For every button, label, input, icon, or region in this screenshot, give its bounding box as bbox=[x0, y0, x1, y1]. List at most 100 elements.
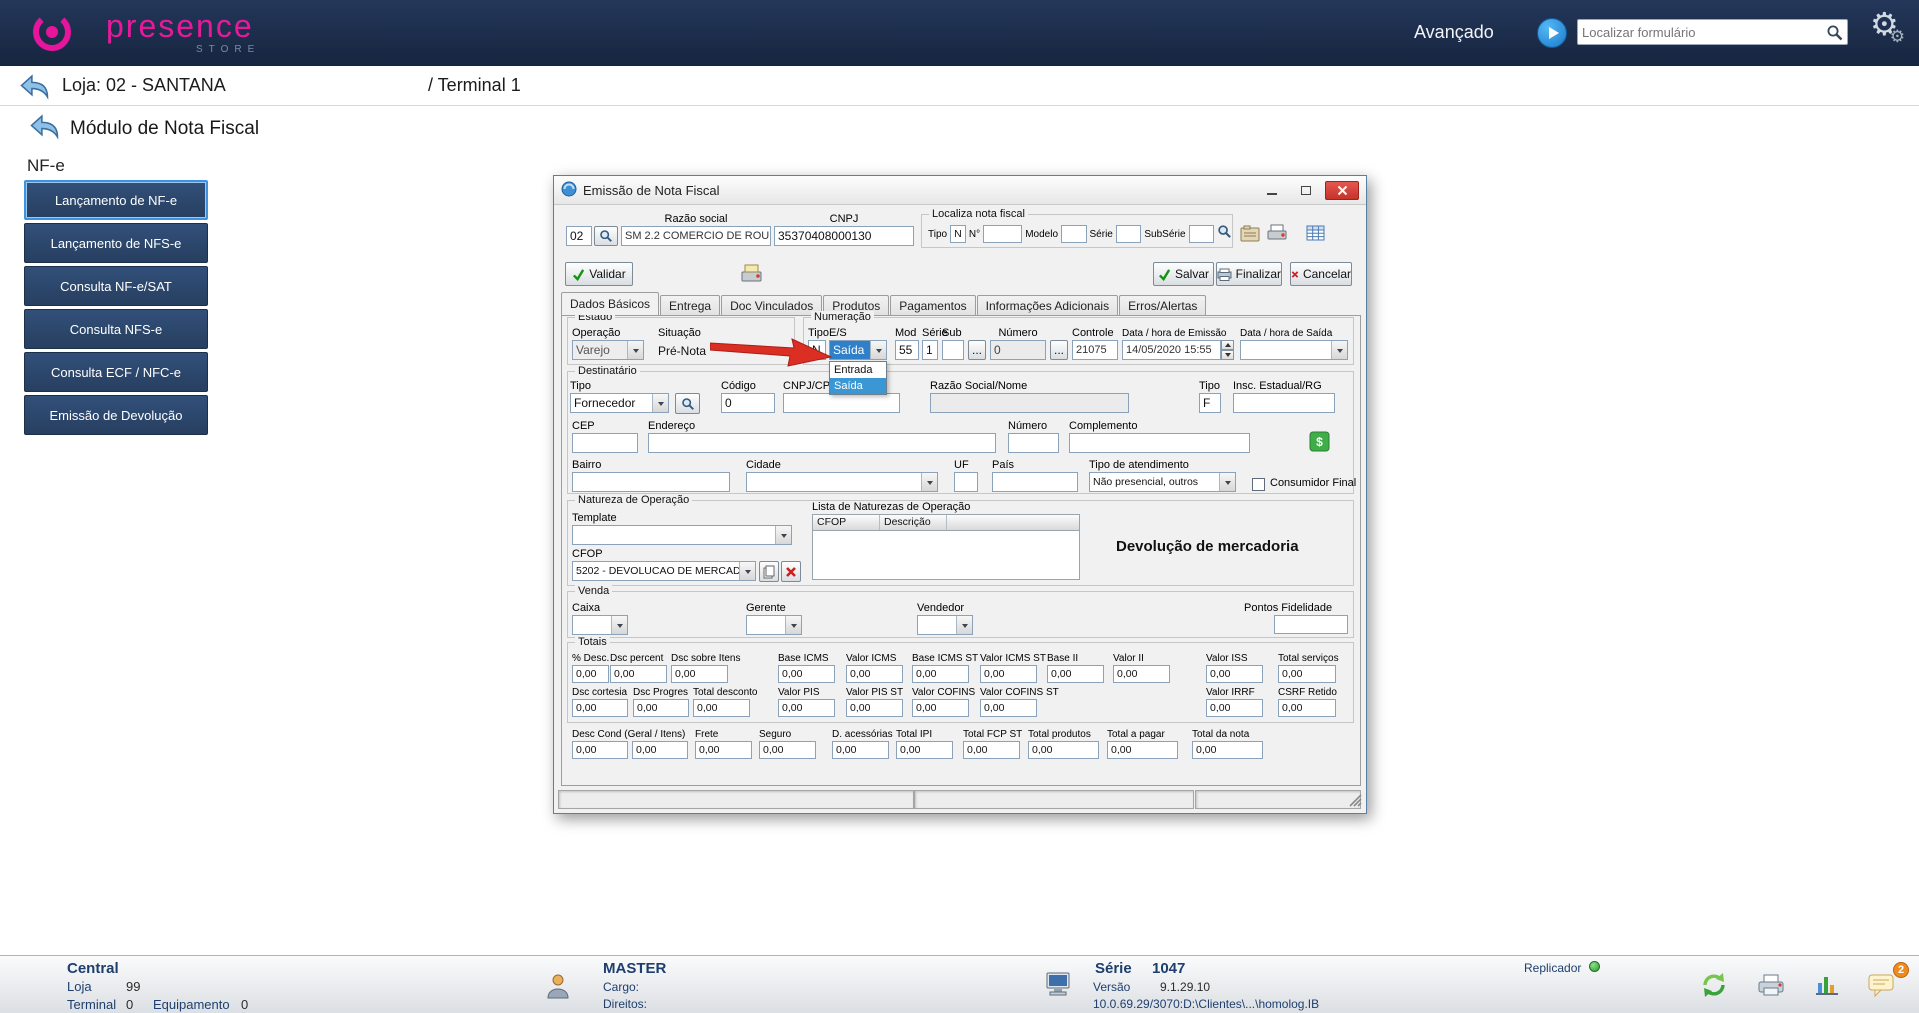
field-input[interactable]: 0,00 bbox=[572, 665, 609, 683]
tab-pagamentos[interactable]: Pagamentos bbox=[890, 295, 976, 315]
cfop-copy-button[interactable] bbox=[759, 561, 779, 582]
numero-browse-button[interactable]: ... bbox=[1050, 340, 1068, 360]
cardfile-icon[interactable] bbox=[1240, 225, 1260, 247]
minimize-button[interactable] bbox=[1257, 181, 1287, 200]
field-input[interactable]: 0,00 bbox=[1107, 741, 1178, 759]
es-select[interactable]: Saída bbox=[829, 340, 887, 360]
sidebar-item-consulta-nfse[interactable]: Consulta NFS-e bbox=[24, 309, 208, 349]
field-input[interactable]: 0,00 bbox=[963, 741, 1020, 759]
field-input[interactable]: 0,00 bbox=[1206, 699, 1263, 717]
cep-lookup-icon[interactable]: $ bbox=[1309, 431, 1330, 457]
gerente-select[interactable] bbox=[746, 615, 802, 635]
field-input[interactable]: 0,00 bbox=[1278, 699, 1336, 717]
localiza-search-icon[interactable] bbox=[1217, 224, 1232, 244]
maximize-button[interactable] bbox=[1291, 181, 1321, 200]
desc-cond-geral-input[interactable]: 0,00 bbox=[572, 741, 628, 759]
company-search-button[interactable] bbox=[594, 226, 618, 246]
field-input[interactable]: 0,00 bbox=[1278, 665, 1336, 683]
tab-doc-vinculados[interactable]: Doc Vinculados bbox=[721, 295, 823, 315]
salvar-button[interactable]: Salvar bbox=[1153, 262, 1214, 286]
bar-chart-icon[interactable] bbox=[1813, 971, 1840, 1002]
cidade-select[interactable] bbox=[746, 472, 938, 492]
localiza-serie-input[interactable] bbox=[1115, 225, 1142, 243]
tab-entrega[interactable]: Entrega bbox=[660, 295, 721, 315]
field-input[interactable]: 0,00 bbox=[572, 699, 628, 717]
printer-icon[interactable] bbox=[1266, 223, 1288, 248]
col-descricao[interactable]: Descrição bbox=[880, 515, 947, 530]
play-button[interactable] bbox=[1537, 18, 1567, 48]
sub-browse-button[interactable]: ... bbox=[968, 340, 986, 360]
consumidor-final-checkbox[interactable] bbox=[1252, 476, 1265, 494]
field-input[interactable]: 0,00 bbox=[610, 665, 667, 683]
field-input[interactable]: 0,00 bbox=[671, 665, 728, 683]
localiza-subserie-input[interactable] bbox=[1188, 225, 1215, 243]
finalizar-button[interactable]: Finalizar bbox=[1216, 262, 1282, 286]
field-input[interactable]: 0,00 bbox=[1192, 741, 1263, 759]
localiza-modelo-input[interactable] bbox=[1061, 225, 1087, 243]
module-back-arrow-icon[interactable] bbox=[28, 113, 62, 145]
advanced-menu[interactable]: Avançado bbox=[1414, 22, 1494, 43]
data-saida-select[interactable] bbox=[1240, 340, 1348, 360]
search-input[interactable] bbox=[1582, 21, 1820, 43]
field-input[interactable]: 0,00 bbox=[693, 699, 750, 717]
resize-grip[interactable] bbox=[1348, 793, 1362, 807]
cfop-select[interactable]: 5202 - DEVOLUCAO DE MERCAD bbox=[572, 561, 756, 581]
pontos-fidelidade-input[interactable] bbox=[1274, 615, 1348, 634]
naturezas-table[interactable]: CFOP Descrição bbox=[812, 514, 1080, 580]
messages-chat-icon[interactable] bbox=[1867, 972, 1895, 1003]
back-arrow-icon[interactable] bbox=[18, 73, 52, 105]
vendedor-select[interactable] bbox=[917, 615, 973, 635]
tab-erros-alertas[interactable]: Erros/Alertas bbox=[1119, 295, 1207, 315]
field-input[interactable]: 0,00 bbox=[912, 699, 969, 717]
field-input[interactable]: 0,00 bbox=[896, 741, 953, 759]
sidebar-item-emissao-devolucao[interactable]: Emissão de Devolução bbox=[24, 395, 208, 435]
es-option-entrada[interactable]: Entrada bbox=[830, 362, 886, 378]
sidebar-item-consulta-ecf-nfce[interactable]: Consulta ECF / NFC-e bbox=[24, 352, 208, 392]
field-input[interactable]: 0,00 bbox=[633, 699, 689, 717]
field-input[interactable]: 0,00 bbox=[1047, 665, 1104, 683]
field-input[interactable]: 0,00 bbox=[980, 665, 1037, 683]
field-input[interactable]: 0,00 bbox=[1206, 665, 1263, 683]
es-option-saida[interactable]: Saída bbox=[830, 378, 886, 394]
localiza-numero-input[interactable] bbox=[983, 225, 1023, 243]
tab-dados-basicos[interactable]: Dados Básicos bbox=[561, 292, 660, 315]
destinatario-tipo-select[interactable]: Fornecedor bbox=[570, 393, 669, 413]
cfop-clear-button[interactable] bbox=[781, 561, 801, 582]
caixa-select[interactable] bbox=[572, 615, 628, 635]
field-input[interactable]: 0,00 bbox=[846, 665, 903, 683]
field-input[interactable]: 0,00 bbox=[980, 699, 1037, 717]
sidebar-item-lancamento-nfe[interactable]: Lançamento de NF-e bbox=[24, 180, 208, 220]
search-icon[interactable] bbox=[1826, 24, 1843, 46]
field-input[interactable]: 0,00 bbox=[1113, 665, 1170, 683]
date-spinner[interactable] bbox=[1221, 340, 1234, 360]
close-button[interactable] bbox=[1325, 180, 1359, 200]
field-input[interactable]: 0,00 bbox=[846, 699, 903, 717]
field-input[interactable]: 0,00 bbox=[778, 665, 835, 683]
validar-button[interactable]: Validar bbox=[565, 262, 633, 286]
field-input[interactable]: 0,00 bbox=[1028, 741, 1099, 759]
sidebar-item-lancamento-nfse[interactable]: Lançamento de NFS-e bbox=[24, 223, 208, 263]
sync-refresh-icon[interactable] bbox=[1700, 971, 1728, 1004]
field-input[interactable]: 0,00 bbox=[759, 741, 816, 759]
field-input[interactable]: 0,00 bbox=[695, 741, 752, 759]
field-input[interactable]: 0,00 bbox=[832, 741, 889, 759]
tab-informacoes-adicionais[interactable]: Informações Adicionais bbox=[976, 295, 1119, 315]
table-grid-icon[interactable] bbox=[1306, 225, 1325, 246]
field-input[interactable]: 0,00 bbox=[912, 665, 969, 683]
destinatario-search-button[interactable] bbox=[675, 393, 700, 414]
template-select[interactable] bbox=[572, 525, 792, 545]
fax-printer-icon[interactable] bbox=[1757, 973, 1785, 1002]
window-titlebar[interactable]: Emissão de Nota Fiscal bbox=[554, 176, 1366, 205]
desc-cond-itens-input[interactable]: 0,00 bbox=[632, 741, 688, 759]
sidebar-item-consulta-nfe-sat[interactable]: Consulta NF-e/SAT bbox=[24, 266, 208, 306]
localiza-tipo-input[interactable]: N bbox=[950, 225, 966, 243]
settings-gear-icon[interactable]: ⚙⚙ bbox=[1870, 8, 1914, 45]
tipo-atendimento-select[interactable]: Não presencial, outros bbox=[1089, 472, 1236, 492]
col-cfop[interactable]: CFOP bbox=[813, 515, 880, 530]
cancelar-button[interactable]: Cancelar bbox=[1290, 262, 1352, 286]
status-terminal-value: 0 bbox=[126, 997, 134, 1012]
operacao-select[interactable]: Varejo bbox=[572, 340, 644, 360]
field-input[interactable]: 0,00 bbox=[778, 699, 835, 717]
data-emissao-input[interactable]: 14/05/2020 15:55 bbox=[1122, 340, 1221, 360]
pos-printer-icon[interactable] bbox=[740, 263, 763, 289]
